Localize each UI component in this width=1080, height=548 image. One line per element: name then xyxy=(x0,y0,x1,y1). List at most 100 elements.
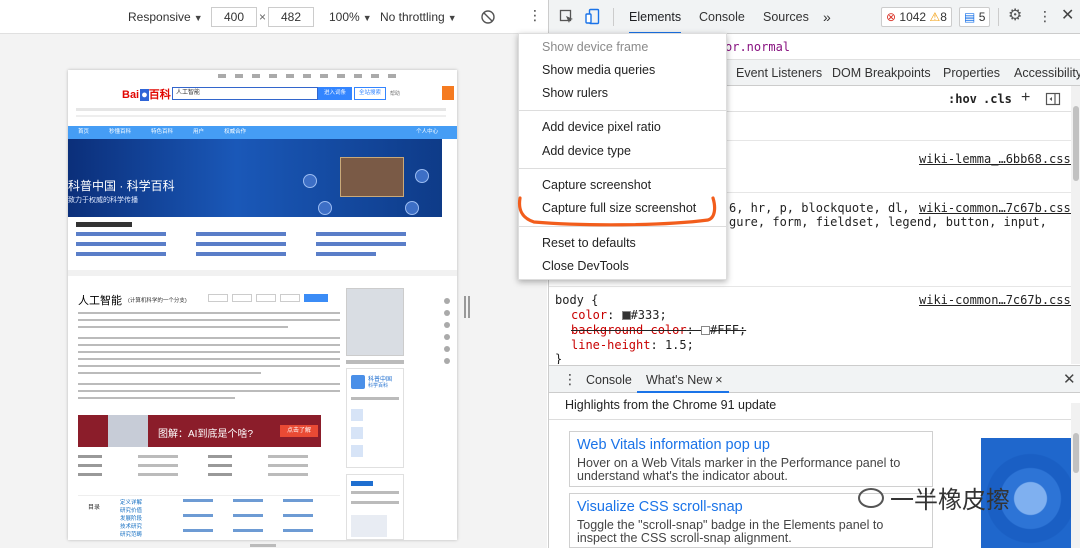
tab-dom-breakpoints[interactable]: DOM Breakpoints xyxy=(832,66,931,80)
resize-handle[interactable] xyxy=(464,296,466,318)
nav-item[interactable]: 用户 xyxy=(193,126,204,139)
styles-scrollbar[interactable] xyxy=(1071,86,1080,364)
breadcrumb-item[interactable]: or.normal xyxy=(725,40,790,54)
drawer-menu-icon[interactable]: ⋮ xyxy=(563,371,577,388)
dimension-separator: × xyxy=(259,10,267,24)
side-robot-image[interactable] xyxy=(346,288,404,356)
rotate-icon[interactable] xyxy=(480,9,496,25)
toggle-sidebar-icon[interactable] xyxy=(1045,91,1061,107)
drawer-tab-console[interactable]: Console xyxy=(586,373,632,387)
throttle-select[interactable]: No throttling ▼ xyxy=(380,10,457,24)
card-title[interactable]: Visualize CSS scroll-snap xyxy=(577,499,743,515)
logo-text: Bai xyxy=(122,89,140,101)
rule-close: } xyxy=(555,352,563,364)
ad-button[interactable]: 点击了解 xyxy=(280,425,318,437)
close-drawer-icon[interactable]: ✕ xyxy=(1063,370,1076,388)
close-tab-icon[interactable]: × xyxy=(715,373,728,387)
menu-item-add-device-pixel-ratio[interactable]: Add device pixel ratio xyxy=(519,116,728,138)
scrollbar-thumb[interactable] xyxy=(1073,106,1079,181)
tab-properties[interactable]: Properties xyxy=(943,66,1000,80)
tab-elements[interactable]: Elements xyxy=(629,0,682,34)
gear-icon[interactable]: ⚙ xyxy=(1008,7,1022,25)
tab-event-listeners[interactable]: Event Listeners xyxy=(736,66,822,80)
menu-item-reset-to-defaults[interactable]: Reset to defaults xyxy=(519,232,728,254)
side-kepu-box: 科普中国 科学百科 xyxy=(346,368,404,468)
annotation-highlight xyxy=(517,196,717,227)
baidu-search-input[interactable]: 人工智能 xyxy=(172,87,318,100)
toc-item[interactable]: 定义详解 xyxy=(120,499,142,507)
more-options-icon[interactable]: ⋮ xyxy=(528,8,542,22)
issues-badge[interactable]: ⊗ 1042 ⚠8 xyxy=(881,7,952,27)
recommend-bar xyxy=(76,108,446,111)
toc-item[interactable]: 技术研究 xyxy=(120,523,142,531)
nav-item[interactable]: 特色百科 xyxy=(151,126,173,139)
drawer-scrollbar[interactable] xyxy=(1071,403,1080,548)
inspect-element-icon[interactable] xyxy=(559,9,575,25)
css-property[interactable]: color: #333; xyxy=(571,308,667,322)
color-swatch[interactable] xyxy=(701,326,711,335)
new-rule-icon[interactable]: + xyxy=(1021,89,1030,107)
css-property[interactable]: line-height: 1.5; xyxy=(571,338,694,352)
tab-accessibility[interactable]: Accessibility xyxy=(1014,66,1080,80)
banner-title: 科普中国 · 科学百科 xyxy=(68,179,175,193)
device-select[interactable]: Responsive ▼ xyxy=(128,10,203,24)
card-title[interactable]: Web Vitals information pop up xyxy=(577,437,770,453)
zoom-select-value: 100% xyxy=(329,10,360,24)
rule-source-link[interactable]: wiki-common…7c67b.css:2 xyxy=(919,201,1071,215)
toc-item[interactable]: 研究价值 xyxy=(120,507,142,515)
banner-bubble[interactable] xyxy=(318,201,332,215)
ad-banner[interactable]: 图解：AI到底是个啥? 点击了解 xyxy=(78,415,321,447)
tab-console[interactable]: Console xyxy=(699,0,745,34)
zoom-select[interactable]: 100% ▼ xyxy=(329,10,372,24)
side-caption xyxy=(346,360,404,364)
help-link[interactable]: 帮助 xyxy=(390,90,400,97)
nav-item[interactable]: 权威合作 xyxy=(224,126,246,139)
rule-source-link[interactable]: wiki-common…7c67b.css:2 xyxy=(919,293,1071,307)
banner-image[interactable] xyxy=(340,157,404,197)
tab-sources[interactable]: Sources xyxy=(763,0,809,34)
banner-subtitle: 致力于权威的科学传播 xyxy=(68,197,138,204)
toc-item[interactable]: 研究范畴 xyxy=(120,531,142,539)
hover-state-toggle[interactable]: :hov xyxy=(948,92,977,106)
nav-item[interactable]: 秒懂百科 xyxy=(109,126,131,139)
resize-handle[interactable] xyxy=(468,296,470,318)
banner-bubble[interactable] xyxy=(303,174,317,188)
menu-item-show-rulers[interactable]: Show rulers xyxy=(519,82,728,104)
messages-badge[interactable]: ▤ 5 xyxy=(959,7,991,27)
color-swatch[interactable] xyxy=(621,311,631,320)
enter-entry-button[interactable]: 进入词条 xyxy=(318,87,352,100)
toc-item[interactable]: 发展阶段 xyxy=(120,515,142,523)
top-links xyxy=(218,74,448,79)
message-icon: ▤ xyxy=(964,10,976,24)
nav-item[interactable]: 首页 xyxy=(78,126,89,139)
baidu-logo[interactable]: Bai ●百科 xyxy=(122,86,171,102)
width-input[interactable]: 400 xyxy=(211,7,257,27)
more-tabs-icon[interactable]: » xyxy=(823,0,831,34)
banner-bubble[interactable] xyxy=(415,169,429,183)
caret-down-icon: ▼ xyxy=(362,13,372,23)
highlights-heading: Highlights from the Chrome 91 update xyxy=(565,398,777,412)
nav-item[interactable]: 个人中心 xyxy=(416,126,438,139)
recommend-bar xyxy=(76,115,446,117)
banner-bubble[interactable] xyxy=(405,201,419,215)
device-toolbar-icon[interactable] xyxy=(585,8,601,26)
class-toggle[interactable]: .cls xyxy=(983,92,1012,106)
menu-item-show-device-frame: Show device frame xyxy=(542,40,649,54)
rule-source-link[interactable]: wiki-lemma_…6bb68.css:6 xyxy=(919,152,1071,166)
error-icon: ⊗ xyxy=(886,10,897,24)
whats-new-card[interactable]: Web Vitals information pop up Hover on a… xyxy=(569,431,933,487)
more-options-icon[interactable]: ⋮ xyxy=(1038,8,1052,24)
resize-handle-bottom[interactable] xyxy=(250,544,276,547)
scrollbar-thumb[interactable] xyxy=(1073,433,1079,473)
drawer-tab-whats-new[interactable]: What's New × xyxy=(637,366,729,393)
menu-item-show-media-queries[interactable]: Show media queries xyxy=(519,59,728,81)
gift-icon[interactable] xyxy=(442,86,454,100)
site-search-button[interactable]: 全站搜索 xyxy=(354,87,386,100)
toolbar-divider xyxy=(613,8,614,26)
menu-item-add-device-type[interactable]: Add device type xyxy=(519,140,728,162)
caret-down-icon: ▼ xyxy=(193,13,203,23)
menu-item-close-devtools[interactable]: Close DevTools xyxy=(519,255,728,277)
height-input[interactable]: 482 xyxy=(268,7,314,27)
close-icon[interactable]: ✕ xyxy=(1061,7,1074,25)
css-property-overridden[interactable]: background-color: #FFF; xyxy=(571,323,746,337)
